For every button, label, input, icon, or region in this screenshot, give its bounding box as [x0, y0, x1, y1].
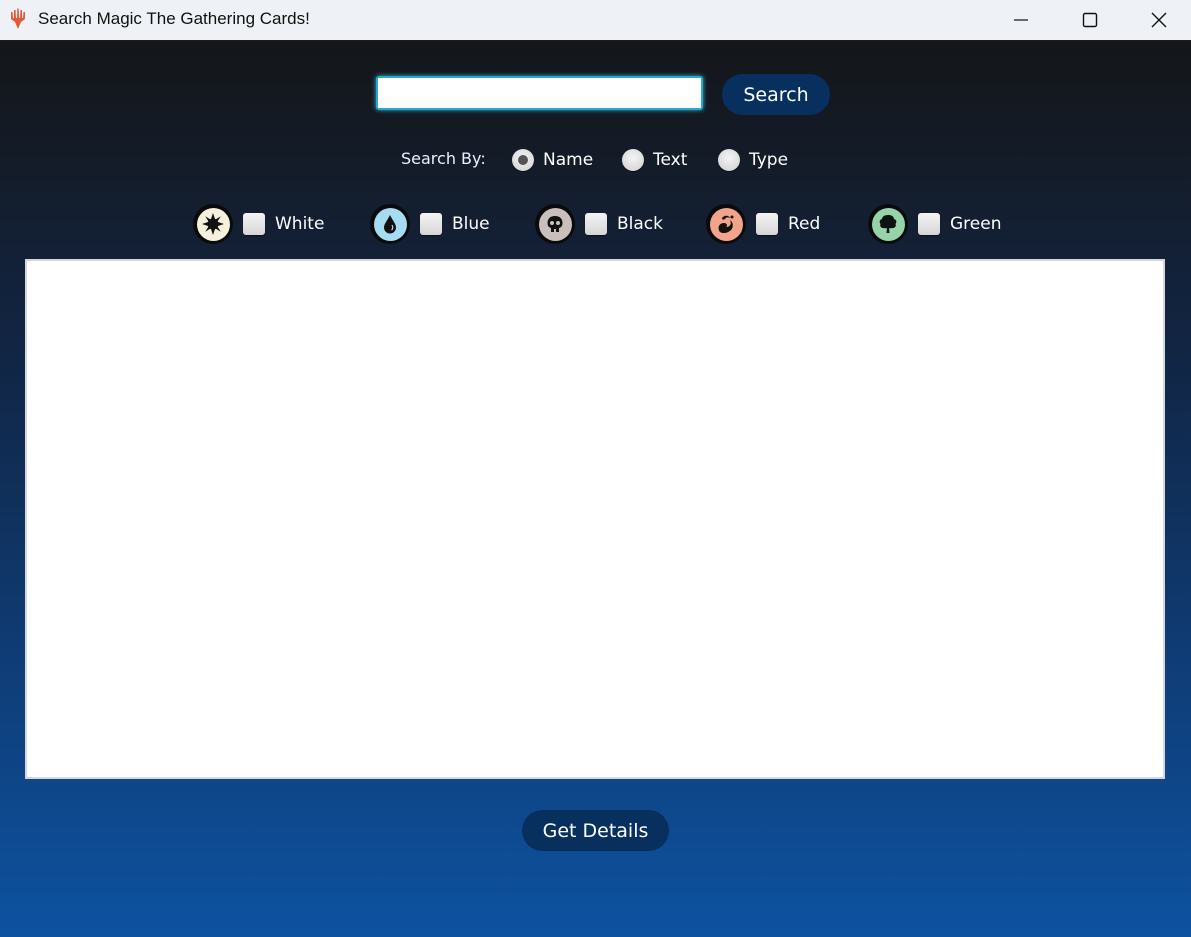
close-icon: [1151, 12, 1167, 28]
green-mana-tree-icon: [868, 204, 908, 244]
maximize-icon: [1082, 12, 1098, 28]
radio-label: Text: [653, 150, 688, 170]
close-button[interactable]: [1125, 0, 1191, 40]
red-checkbox[interactable]: [756, 213, 778, 235]
minimize-button[interactable]: [987, 0, 1055, 40]
blue-label: Blue: [452, 214, 490, 234]
white-label: White: [275, 214, 325, 234]
radio-type[interactable]: Type: [718, 147, 788, 173]
title-bar: Search Magic The Gathering Cards!: [0, 0, 1191, 41]
minimize-icon: [1014, 19, 1028, 21]
black-checkbox[interactable]: [585, 213, 607, 235]
search-input[interactable]: [376, 76, 703, 110]
radio-label: Name: [543, 150, 594, 170]
mtg-hand-icon: [11, 8, 25, 29]
search-by-label: Search By:: [401, 149, 486, 168]
radio-indicator[interactable]: [622, 149, 644, 171]
window-title: Search Magic The Gathering Cards!: [38, 9, 310, 28]
radio-name[interactable]: Name: [512, 147, 593, 173]
color-filter-green: Green: [868, 203, 1001, 245]
radio-indicator[interactable]: [718, 149, 740, 171]
red-mana-fire-icon: [706, 204, 746, 244]
main-panel: Search Search By: Name Text Type White B…: [0, 41, 1191, 937]
blue-checkbox[interactable]: [420, 213, 442, 235]
green-label: Green: [950, 214, 1002, 234]
results-list[interactable]: [25, 259, 1165, 779]
white-checkbox[interactable]: [243, 213, 265, 235]
get-details-button[interactable]: Get Details: [522, 810, 669, 851]
color-filter-black: Black: [535, 203, 663, 245]
search-button[interactable]: Search: [722, 74, 830, 115]
radio-text[interactable]: Text: [622, 147, 687, 173]
color-filter-blue: Blue: [370, 203, 490, 245]
red-label: Red: [788, 214, 821, 234]
radio-label: Type: [749, 150, 789, 170]
black-label: Black: [617, 214, 663, 234]
color-filter-red: Red: [706, 203, 820, 245]
maximize-button[interactable]: [1056, 0, 1124, 40]
white-mana-sun-icon: [193, 204, 233, 244]
radio-indicator-selected[interactable]: [512, 149, 534, 171]
blue-mana-drop-icon: [370, 204, 410, 244]
black-mana-skull-icon: [535, 204, 575, 244]
green-checkbox[interactable]: [918, 213, 940, 235]
color-filter-white: White: [193, 203, 324, 245]
